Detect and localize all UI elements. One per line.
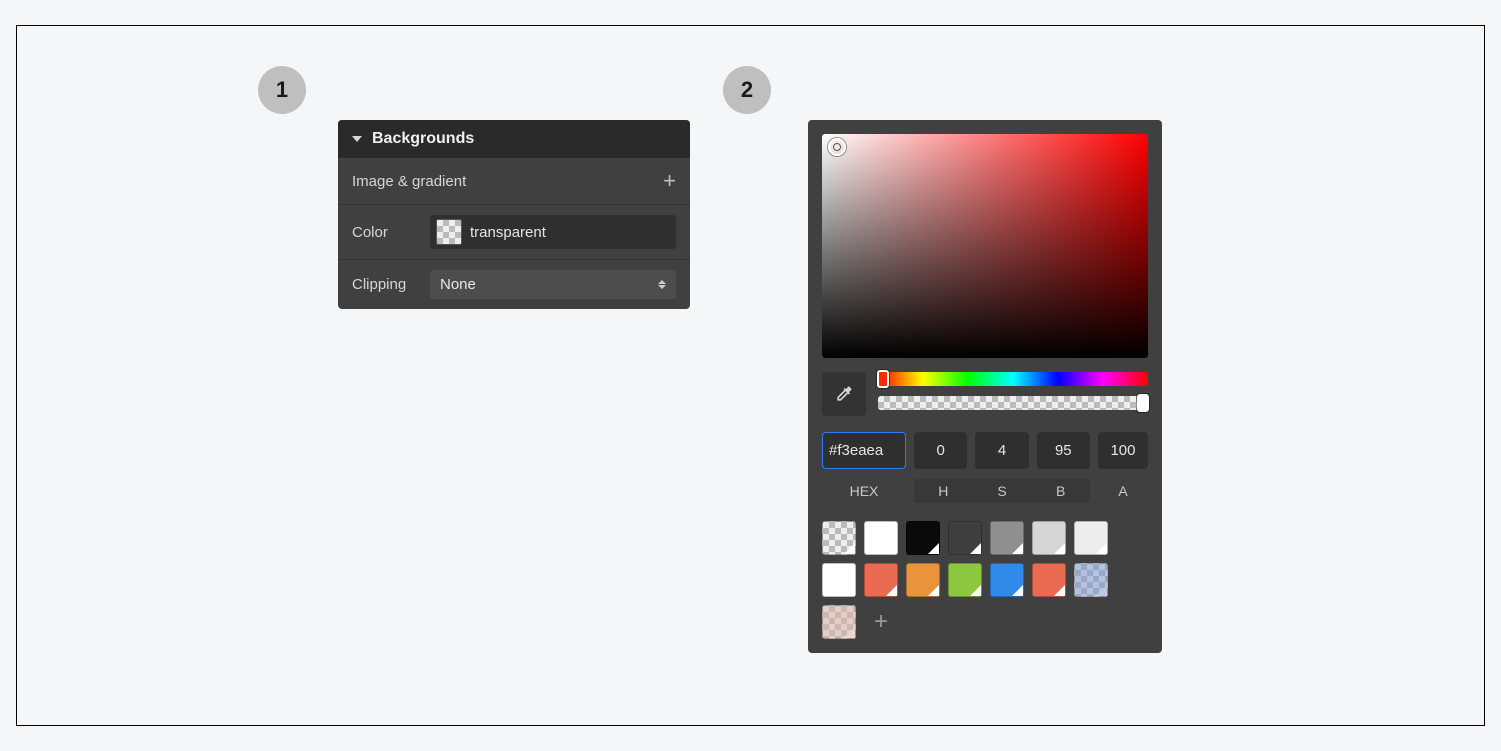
clipping-select[interactable]: None: [430, 270, 676, 299]
eyedropper-icon: [834, 384, 854, 404]
s-input[interactable]: 4: [975, 432, 1028, 469]
swatch-7[interactable]: [822, 563, 856, 597]
color-label: Color: [352, 224, 430, 241]
clipping-label: Clipping: [352, 276, 430, 293]
b-input[interactable]: 95: [1037, 432, 1090, 469]
b-label: B: [1031, 479, 1090, 503]
background-color-input[interactable]: transparent: [430, 215, 676, 249]
swatch-1[interactable]: [864, 521, 898, 555]
add-image-gradient-button[interactable]: +: [663, 168, 676, 194]
black-gradient: [822, 134, 1148, 358]
hue-slider[interactable]: [878, 372, 1148, 386]
alpha-slider[interactable]: [878, 396, 1148, 410]
clipping-row: Clipping None: [338, 259, 690, 309]
swatch-9[interactable]: [906, 563, 940, 597]
collapse-icon: [352, 136, 362, 142]
h-input[interactable]: 0: [914, 432, 967, 469]
step-badge-1: 1: [258, 66, 306, 114]
swatch-corner-icon: [844, 543, 855, 554]
a-label: A: [1098, 483, 1148, 499]
h-label: H: [914, 479, 973, 503]
clipping-value: None: [440, 276, 476, 293]
swatch-corner-icon: [1012, 585, 1023, 596]
color-row: Color transparent: [338, 204, 690, 259]
swatch-corner-icon: [844, 585, 855, 596]
swatch-corner-icon: [844, 627, 855, 638]
swatch-0[interactable]: [822, 521, 856, 555]
swatch-corner-icon: [928, 543, 939, 554]
hex-label: HEX: [822, 483, 906, 499]
swatch-10[interactable]: [948, 563, 982, 597]
swatch-corner-icon: [1012, 543, 1023, 554]
swatch-2[interactable]: [906, 521, 940, 555]
image-gradient-label: Image & gradient: [352, 173, 466, 190]
backgrounds-header[interactable]: Backgrounds: [338, 120, 690, 158]
hex-input[interactable]: #f3eaea: [822, 432, 906, 469]
eyedropper-button[interactable]: [822, 372, 866, 416]
swatch-13[interactable]: [1074, 563, 1108, 597]
hsb-mode-toggle[interactable]: H S B: [914, 479, 1090, 503]
color-picker-panel: #f3eaea 0 4 95 100 HEX H S B A +: [808, 120, 1162, 653]
swatch-11[interactable]: [990, 563, 1024, 597]
alpha-thumb[interactable]: [1137, 394, 1149, 412]
swatch-corner-icon: [1054, 585, 1065, 596]
hue-thumb[interactable]: [877, 370, 889, 388]
image-gradient-row: Image & gradient +: [338, 158, 690, 204]
swatch-corner-icon: [970, 585, 981, 596]
swatch-corner-icon: [928, 585, 939, 596]
swatch-corner-icon: [886, 543, 897, 554]
swatch-4[interactable]: [990, 521, 1024, 555]
background-color-value: transparent: [470, 224, 546, 241]
saturation-brightness-field[interactable]: [822, 134, 1148, 358]
a-input[interactable]: 100: [1098, 432, 1148, 469]
sb-cursor[interactable]: [828, 138, 846, 156]
step-badge-2: 2: [723, 66, 771, 114]
swatch-5[interactable]: [1032, 521, 1066, 555]
swatch-corner-icon: [970, 543, 981, 554]
swatch-corner-icon: [1096, 543, 1107, 554]
swatch-corner-icon: [886, 585, 897, 596]
swatch-14[interactable]: [822, 605, 856, 639]
backgrounds-title: Backgrounds: [372, 130, 474, 148]
backgrounds-panel: Backgrounds Image & gradient + Color tra…: [338, 120, 690, 309]
swatch-3[interactable]: [948, 521, 982, 555]
s-label: S: [973, 479, 1032, 503]
swatch-6[interactable]: [1074, 521, 1108, 555]
swatch-8[interactable]: [864, 563, 898, 597]
swatch-corner-icon: [1054, 543, 1065, 554]
select-arrows-icon: [658, 280, 666, 289]
swatch-corner-icon: [1096, 585, 1107, 596]
add-swatch-button[interactable]: +: [864, 605, 898, 639]
swatches-grid: +: [822, 521, 1148, 639]
transparent-swatch-icon: [436, 219, 462, 245]
swatch-12[interactable]: [1032, 563, 1066, 597]
canvas-frame: [16, 25, 1485, 726]
